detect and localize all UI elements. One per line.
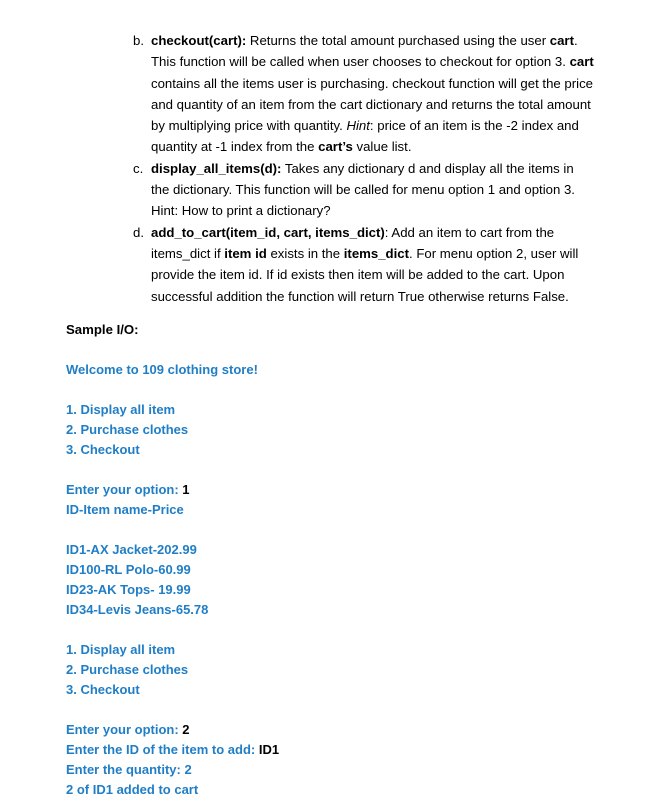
sample-io-block: Welcome to 109 clothing store! 1. Display…	[66, 340, 595, 800]
io-line: ID34-Levis Jeans-65.78	[66, 600, 595, 620]
io-line: 3. Checkout	[66, 680, 595, 700]
io-prompt: Enter the ID of the item to add:	[66, 741, 259, 757]
io-line: 3. Checkout	[66, 440, 595, 460]
function-spec-item: b. checkout(cart): Returns the total amou…	[66, 30, 595, 158]
text-run: item id	[224, 245, 267, 261]
io-prompt: 3. Checkout	[66, 441, 140, 457]
io-line: 2. Purchase clothes	[66, 420, 595, 440]
list-marker: b.	[133, 33, 144, 48]
text-run: add_to_cart(item_id, cart, items_dict)	[151, 224, 385, 240]
io-blank-line	[66, 700, 595, 720]
io-line: ID1-AX Jacket-202.99	[66, 540, 595, 560]
io-prompt: Enter the quantity: 2	[66, 761, 192, 777]
io-line: 2 of ID1 added to cart	[66, 780, 595, 800]
text-run: display_all_items(d):	[151, 160, 282, 176]
io-prompt: Enter your option:	[66, 721, 183, 737]
io-prompt: 1. Display all item	[66, 641, 176, 657]
io-blank-line	[66, 340, 595, 360]
io-line: ID23-AK Tops- 19.99	[66, 580, 595, 600]
text-run: cart	[569, 54, 594, 70]
text-run: checkout(cart):	[151, 33, 247, 48]
io-prompt: Enter your option:	[66, 481, 183, 497]
io-user-input: 2	[182, 721, 190, 737]
io-prompt: 2 of ID1 added to cart	[66, 781, 199, 797]
io-line: 2. Purchase clothes	[66, 660, 595, 680]
text-run: Returns the total amount purchased using…	[246, 33, 550, 48]
io-user-input: ID1	[258, 741, 280, 757]
io-line: ID100-RL Polo-60.99	[66, 560, 595, 580]
io-line: 1. Display all item	[66, 400, 595, 420]
function-spec-item: d. add_to_cart(item_id, cart, items_dict)…	[66, 222, 595, 307]
text-run: Hint	[346, 118, 370, 134]
io-blank-line	[66, 520, 595, 540]
io-prompt: ID1-AX Jacket-202.99	[66, 541, 197, 557]
text-run: value list.	[352, 139, 412, 155]
io-line: ID-Item name-Price	[66, 500, 595, 520]
sample-io-heading: Sample I/O:	[66, 321, 139, 337]
text-run: exists in the	[266, 245, 344, 261]
io-prompt: 2. Purchase clothes	[66, 661, 189, 677]
list-marker: c.	[133, 160, 144, 176]
io-line: Enter the quantity: 2	[66, 760, 595, 780]
text-run: cart	[549, 33, 574, 48]
list-marker: d.	[133, 224, 144, 240]
io-line: Enter your option: 1	[66, 480, 595, 500]
text-run: cart’s	[318, 139, 353, 155]
io-prompt: ID-Item name-Price	[66, 501, 184, 517]
function-spec-item: c. display_all_items(d): Takes any dictio…	[66, 158, 595, 222]
text-run: items_dict	[343, 245, 409, 261]
io-line: Enter the ID of the item to add: ID1	[66, 740, 595, 760]
io-prompt: Welcome to 109 clothing store!	[66, 361, 258, 377]
io-blank-line	[66, 460, 595, 480]
io-line: Enter your option: 2	[66, 720, 595, 740]
io-prompt: 3. Checkout	[66, 681, 140, 697]
io-prompt: ID100-RL Polo-60.99	[66, 561, 191, 577]
io-blank-line	[66, 620, 595, 640]
io-line: 1. Display all item	[66, 640, 595, 660]
function-spec-list: b. checkout(cart): Returns the total amou…	[66, 30, 595, 307]
io-prompt: 2. Purchase clothes	[66, 421, 189, 437]
io-line: Welcome to 109 clothing store!	[66, 360, 595, 380]
io-prompt: ID23-AK Tops- 19.99	[66, 581, 191, 597]
io-prompt: 1. Display all item	[66, 401, 176, 417]
document-page: b. checkout(cart): Returns the total amou…	[0, 0, 655, 809]
io-prompt: ID34-Levis Jeans-65.78	[66, 601, 209, 617]
io-user-input: 1	[182, 481, 190, 497]
io-blank-line	[66, 380, 595, 400]
